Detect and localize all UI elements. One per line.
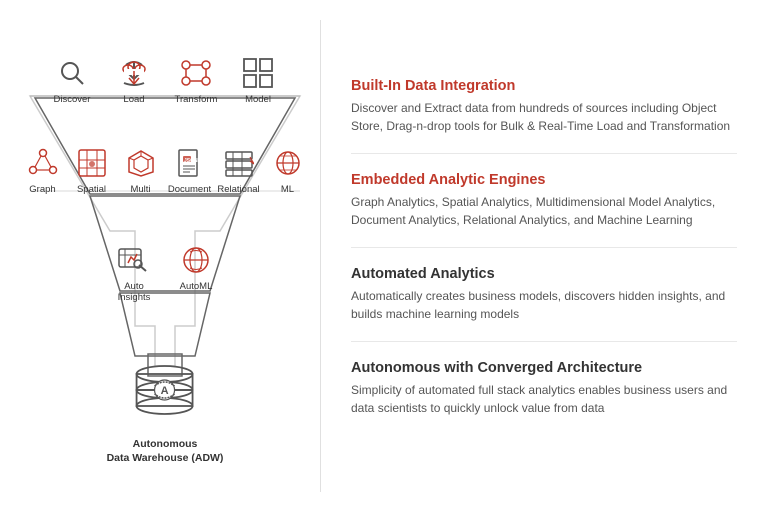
icon-multi-label: Multi bbox=[130, 184, 150, 195]
icon-transform: Transform bbox=[167, 54, 225, 105]
icon-transform-label: Transform bbox=[175, 94, 218, 105]
feature-data-integration: Built-In Data Integration Discover and E… bbox=[351, 78, 737, 154]
feature-desc-1: Discover and Extract data from hundreds … bbox=[351, 99, 737, 135]
icon-model: Model bbox=[229, 54, 287, 105]
data-source-row: Discover bbox=[20, 54, 310, 105]
icon-discover: Discover bbox=[43, 54, 101, 105]
icon-graph: Graph bbox=[20, 144, 65, 195]
analytics-type-row: Graph Spatial bbox=[20, 144, 310, 195]
funnel-diagram: Discover bbox=[20, 36, 310, 476]
icon-spatial-label: Spatial bbox=[77, 184, 106, 195]
icon-ml: ML bbox=[265, 144, 310, 195]
svg-text:A: A bbox=[161, 385, 169, 397]
icon-auto-insights-label: Auto Insights bbox=[118, 281, 151, 304]
feature-autonomous-architecture: Autonomous with Converged Architecture S… bbox=[351, 360, 737, 435]
svg-text:JSON: JSON bbox=[184, 158, 198, 164]
feature-title-1: Built-In Data Integration bbox=[351, 78, 737, 94]
icon-load-label: Load bbox=[123, 94, 144, 105]
adw-label: Autonomous Data Warehouse (ADW) bbox=[107, 437, 224, 466]
feature-title-3: Automated Analytics bbox=[351, 266, 737, 282]
icon-document: JSON Document bbox=[167, 144, 212, 195]
icon-spatial: Spatial bbox=[69, 144, 114, 195]
feature-title-2: Embedded Analytic Engines bbox=[351, 172, 737, 188]
icon-automl: AutoML bbox=[167, 241, 225, 292]
icon-automl-label: AutoML bbox=[180, 281, 213, 292]
right-panel: Built-In Data Integration Discover and E… bbox=[320, 20, 757, 492]
icon-graph-label: Graph bbox=[29, 184, 55, 195]
feature-desc-4: Simplicity of automated full stack analy… bbox=[351, 381, 737, 417]
adw-block: A Autonomous Data Warehouse (ADW) bbox=[107, 356, 224, 466]
icon-ml-label: ML bbox=[281, 184, 294, 195]
main-container: Discover bbox=[0, 0, 767, 512]
auto-row: Auto Insights AutoML bbox=[50, 241, 280, 304]
feature-automated-analytics: Automated Analytics Automatically create… bbox=[351, 266, 737, 342]
icon-load: Load bbox=[105, 54, 163, 105]
icon-multi: Multi bbox=[118, 144, 163, 195]
icon-auto-insights: Auto Insights bbox=[105, 241, 163, 304]
feature-desc-3: Automatically creates business models, d… bbox=[351, 287, 737, 323]
feature-analytic-engines: Embedded Analytic Engines Graph Analytic… bbox=[351, 172, 737, 248]
icon-document-label: Document bbox=[168, 184, 211, 195]
left-panel: Discover bbox=[10, 20, 320, 492]
feature-title-4: Autonomous with Converged Architecture bbox=[351, 360, 737, 376]
icon-relational: Relational bbox=[216, 144, 261, 195]
icon-model-label: Model bbox=[245, 94, 271, 105]
icon-discover-label: Discover bbox=[54, 94, 91, 105]
feature-desc-2: Graph Analytics, Spatial Analytics, Mult… bbox=[351, 193, 737, 229]
icon-relational-label: Relational bbox=[217, 184, 259, 195]
